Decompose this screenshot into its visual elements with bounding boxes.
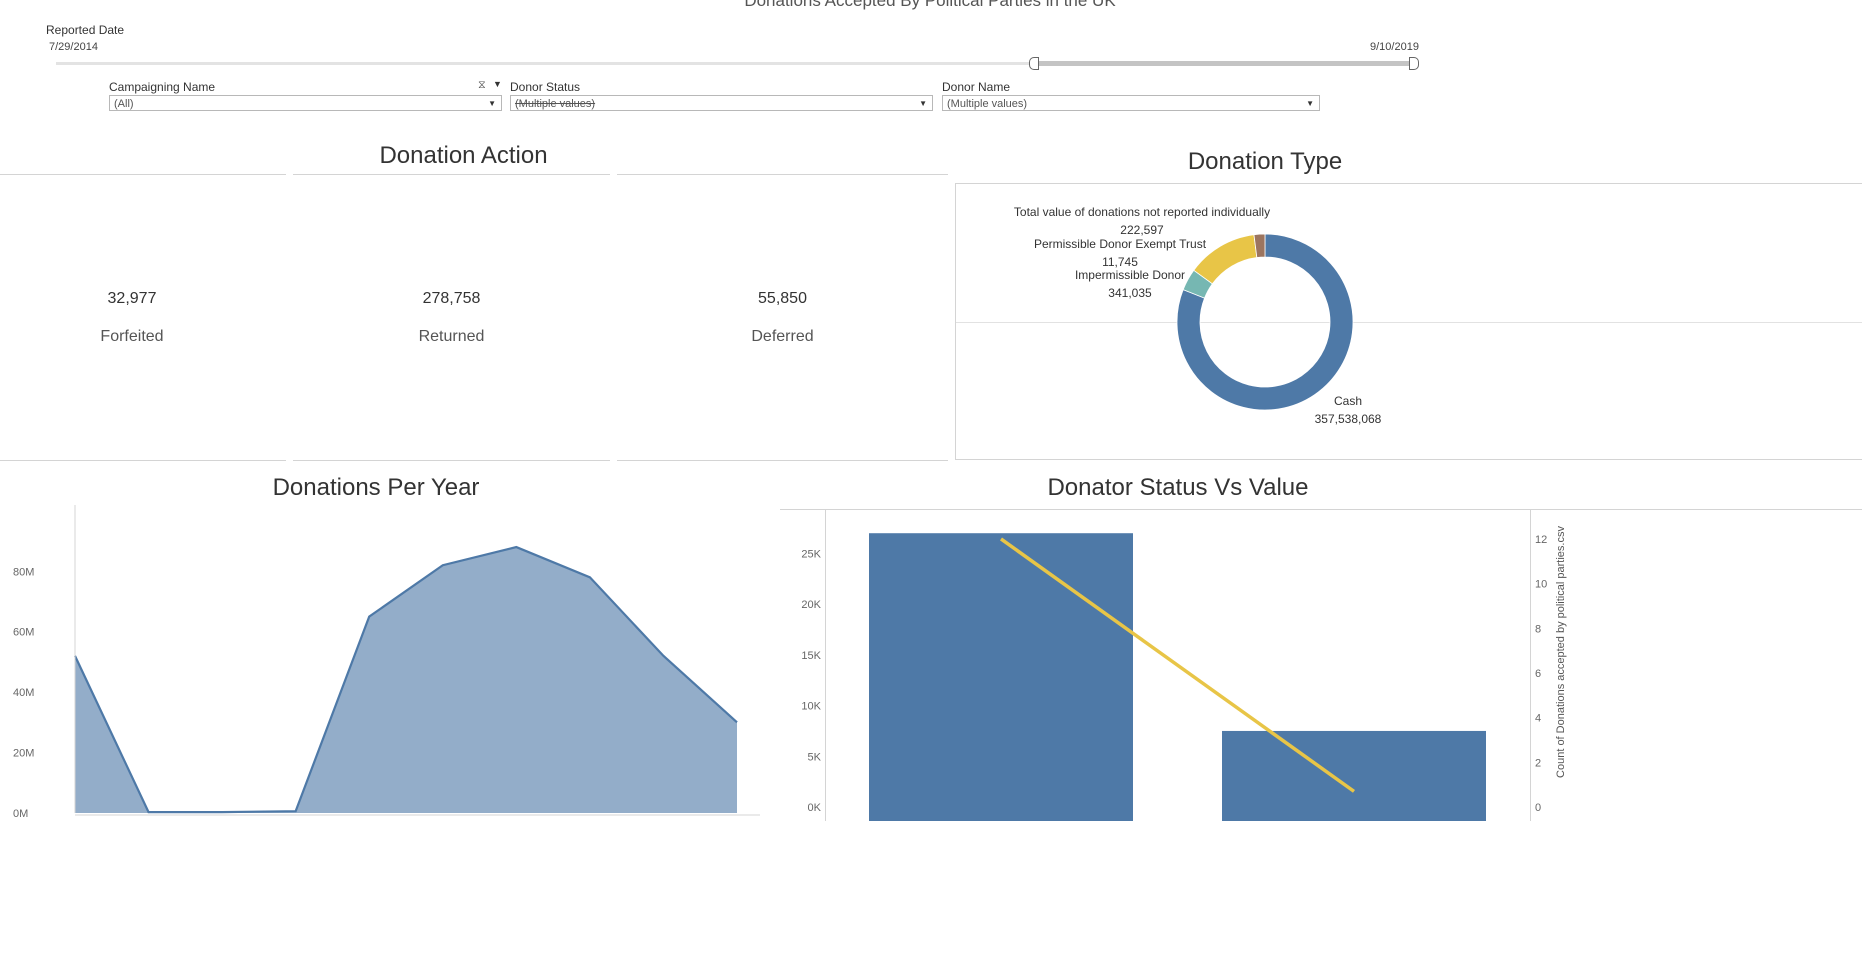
- kpi-value: 55,850: [758, 290, 807, 307]
- chevron-down-icon: ▼: [1306, 99, 1314, 108]
- y-tick-label-left: 10K: [801, 701, 821, 713]
- kpi-label: Deferred: [751, 328, 814, 345]
- donations-per-year-title: Donations Per Year: [272, 474, 480, 501]
- date-slider-range: [1034, 61, 1414, 66]
- slice-label: Permissible Donor Exempt Trust: [1033, 237, 1207, 251]
- reported-date-start: 7/29/2014: [49, 41, 98, 53]
- kpi-deferred: 55,850 Deferred: [617, 290, 948, 346]
- y-tick-label: 40M: [13, 687, 34, 699]
- y-tick-label-right: 6: [1535, 668, 1541, 680]
- date-slider-end-handle[interactable]: [1409, 57, 1419, 70]
- date-slider-start-handle[interactable]: [1029, 57, 1039, 70]
- kpi-label: Forfeited: [100, 328, 164, 345]
- y-tick-label-left: 15K: [801, 650, 821, 662]
- y-tick-label: 20M: [13, 748, 34, 760]
- y-tick-label-right: 8: [1535, 623, 1541, 635]
- divider: [617, 460, 948, 461]
- donor-status-value: (Multiple values): [515, 98, 596, 110]
- donations-per-year-chart: 0M 20M 40M 60M 80M: [13, 505, 760, 820]
- chevron-down-icon: ▼: [488, 99, 496, 108]
- donor-status-dropdown[interactable]: (Multiple values) ▼: [510, 95, 933, 111]
- donor-status-label: Donor Status: [510, 80, 581, 94]
- clear-filter-icon[interactable]: ⧖: [478, 79, 486, 92]
- kpi-label: Returned: [418, 328, 485, 345]
- y-tick-label-right: 12: [1535, 534, 1547, 546]
- filter-menu-chevron-icon[interactable]: ▼: [493, 79, 502, 89]
- chevron-down-icon: ▼: [919, 99, 927, 108]
- bar[interactable]: [869, 533, 1133, 821]
- y-tick-label-left: 25K: [801, 548, 821, 560]
- donation-type-title: Donation Type: [1187, 148, 1343, 175]
- campaigning-name-dropdown[interactable]: (All) ▼: [109, 95, 502, 111]
- campaigning-name-label: Campaigning Name: [109, 80, 216, 94]
- donut-label-not-reported: Total value of donations not reported in…: [1010, 203, 1274, 239]
- bar[interactable]: [1222, 730, 1486, 821]
- divider: [0, 174, 286, 175]
- donut-label-cash: Cash 357,538,068: [1298, 392, 1398, 428]
- divider: [293, 460, 610, 461]
- area-fill: [75, 547, 737, 813]
- y-tick-label-left: 5K: [808, 751, 822, 763]
- divider: [0, 460, 286, 461]
- reported-date-label: Reported Date: [46, 23, 125, 37]
- campaigning-name-value: (All): [114, 98, 134, 110]
- y-tick-label-right: 0: [1535, 802, 1541, 814]
- y-tick-label-right: 10: [1535, 579, 1547, 591]
- y-tick-label: 60M: [13, 627, 34, 639]
- donor-name-value: (Multiple values): [947, 98, 1028, 110]
- slice-label: Cash: [1333, 394, 1362, 408]
- slice-value: 357,538,068: [1314, 412, 1382, 426]
- y-tick-label-right: 2: [1535, 757, 1541, 769]
- slice-label: Total value of donations not reported in…: [1013, 205, 1271, 219]
- donator-status-chart: 0K 5K 10K 15K 20K 25K 0 2 4 6 8 10 12: [801, 533, 1547, 821]
- slice-value: 341,035: [1108, 286, 1152, 300]
- divider: [293, 174, 610, 175]
- reported-date-end: 9/10/2019: [1370, 41, 1419, 53]
- donator-status-title: Donator Status Vs Value: [1047, 474, 1309, 501]
- donor-name-dropdown[interactable]: (Multiple values) ▼: [942, 95, 1320, 111]
- kpi-value: 32,977: [107, 290, 157, 307]
- y-tick-label-left: 0K: [808, 802, 822, 814]
- dashboard-title: Donations Accepted By Political Parties …: [744, 0, 1116, 10]
- y-tick-label-left: 20K: [801, 599, 821, 611]
- kpi-value: 278,758: [422, 290, 481, 307]
- y-tick-label: 0M: [13, 808, 28, 820]
- donor-name-label: Donor Name: [942, 80, 1011, 94]
- y-tick-label-right: 4: [1535, 713, 1541, 725]
- donation-action-title: Donation Action: [379, 142, 548, 169]
- kpi-returned: 278,758 Returned: [293, 290, 610, 346]
- donut-label-impermissible: Impermissible Donor 341,035: [1070, 266, 1190, 302]
- y-tick-label: 80M: [13, 566, 34, 578]
- kpi-forfeited: 32,977 Forfeited: [0, 290, 264, 346]
- right-axis-label: Count of Donations accepted by political…: [1555, 526, 1567, 778]
- donut-gridline: [956, 322, 1862, 323]
- divider: [617, 174, 948, 175]
- slice-label: Impermissible Donor: [1074, 268, 1186, 282]
